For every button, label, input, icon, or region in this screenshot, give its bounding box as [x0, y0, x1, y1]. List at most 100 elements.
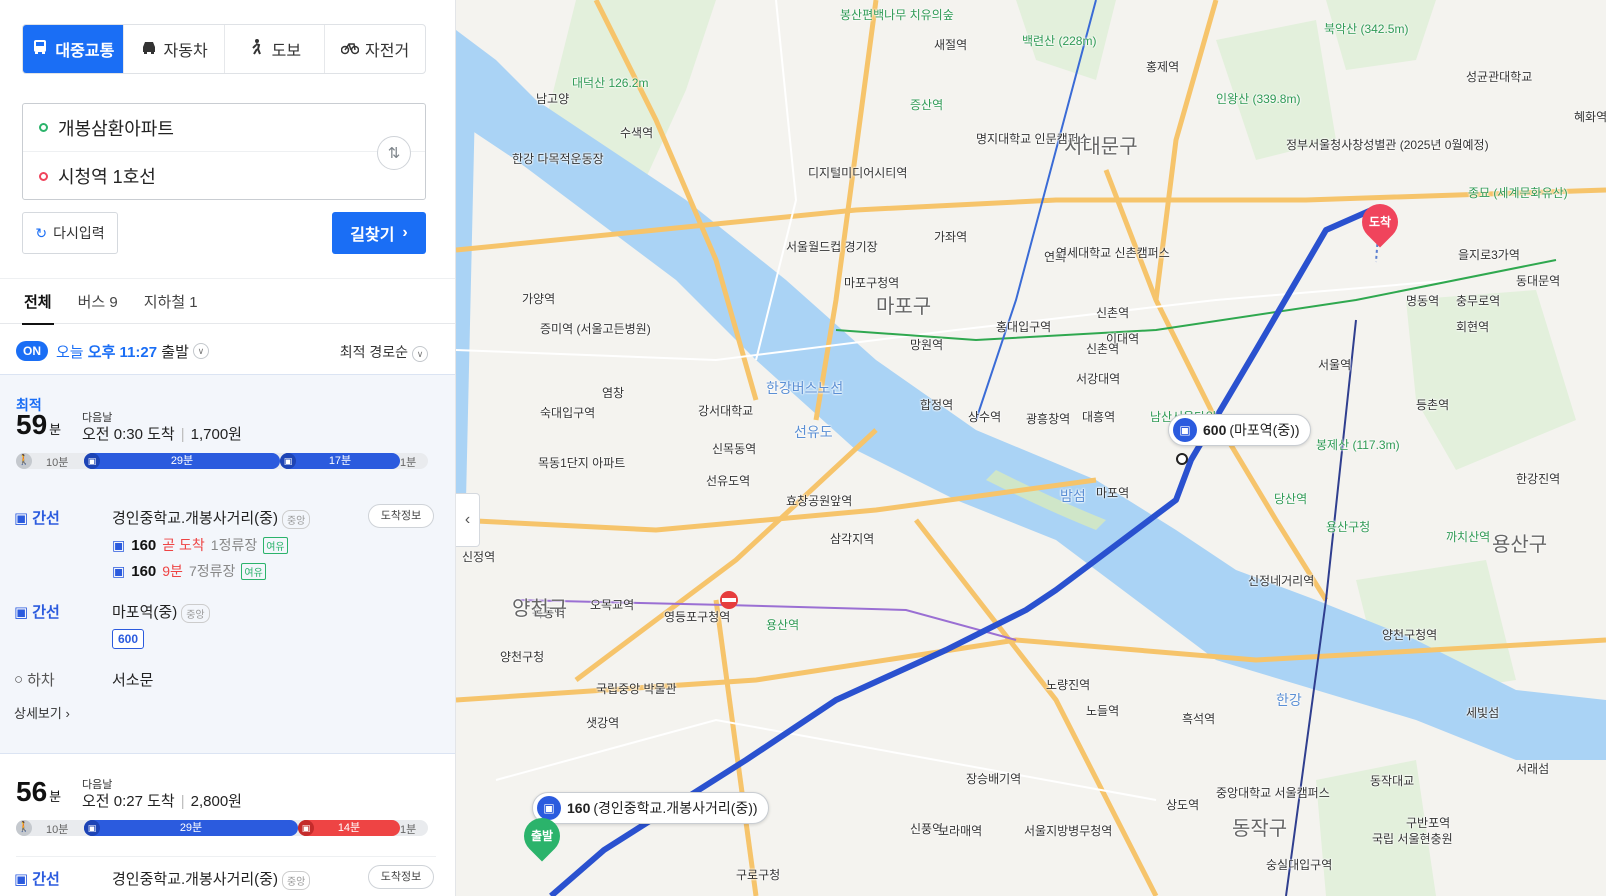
duration-value: 56 [16, 776, 48, 807]
map-place-label: 수색역 [620, 126, 654, 140]
map-place-label: 용산역 [766, 618, 800, 632]
step-type: ▣ 간선 [14, 868, 60, 889]
map-place-label: 회현역 [1456, 320, 1490, 334]
map-place-label: 노들역 [1086, 704, 1120, 718]
step-type-label: 간선 [32, 510, 60, 527]
callout-stop: (경인중학교.개봉사거리(중)) [593, 800, 758, 816]
tab-all[interactable]: 전체 [22, 291, 54, 325]
bus-number: 160 [131, 562, 157, 580]
chevron-down-icon[interactable]: ∨ [192, 343, 209, 359]
map-place-label: 신목동역 [712, 442, 757, 456]
sort-label: 최적 경로순 [339, 344, 408, 360]
bus-icon: ▣ [84, 820, 100, 836]
step-type-label: 간선 [32, 871, 60, 888]
mode-transit[interactable]: 대중교통 [23, 25, 123, 73]
sort-select[interactable]: 최적 경로순 ∨ [340, 342, 428, 362]
step-type: ▣ 간선 [14, 601, 60, 622]
map-view[interactable]: 봉산편백나무 치유의숲 새절역 백련산 (228m) 북악산 (342.5m) 성균관대… [456, 0, 1606, 896]
map-place-label: 샛강역 [586, 716, 620, 730]
bus-icon [31, 38, 49, 61]
map-place-label: 성균관대학교 [1466, 70, 1533, 84]
map-place-label: 서울지방병무청역 [1024, 824, 1113, 838]
route-card-2[interactable]: 56 분 다음날 오전 0:27 도착 | 2,800원 🚶 10분 ▣ 29분 ▣ 14… [0, 756, 455, 896]
details-link[interactable]: 상세보기 › [14, 703, 70, 722]
map-river-label: 선유도 [794, 424, 833, 440]
find-route-button[interactable]: 길찾기 › [332, 212, 426, 254]
map-place-label: 홍제역 [1146, 60, 1180, 74]
map-place-label: 당산역 [1274, 492, 1308, 506]
origin-field[interactable]: 개봉삼환아파트 [23, 104, 425, 152]
map-place-label: 광흥창역 [1026, 412, 1071, 426]
map-place-label: 서래섬 [1516, 762, 1550, 776]
walk-icon [248, 38, 266, 61]
callout-stop: (마포역(중)) [1229, 422, 1300, 438]
map-place-label: 남고양 [536, 92, 570, 106]
step-stop: 경인중학교.개봉사거리(중) 중앙 [112, 507, 311, 529]
map-place-label: 염창 [602, 386, 625, 400]
destination-pin[interactable]: 도착 [1354, 196, 1406, 248]
step-stop: 서소문 [112, 672, 154, 689]
walk-icon: 🚶 [16, 453, 32, 469]
map-place-label: 서강대역 [1076, 372, 1121, 386]
arrival-info-button[interactable]: 도착정보 [368, 865, 434, 889]
walk-time: 10분 [46, 457, 69, 469]
map-place-label: 목동1단지 아파트 [538, 456, 626, 470]
map-place-label: 보라매역 [938, 824, 983, 838]
map-place-label: 동작대교 [1370, 774, 1415, 788]
map-place-label: 구반포역 [1406, 816, 1451, 830]
origin-pin[interactable]: 출발 [516, 810, 568, 862]
mode-bike[interactable]: 자전거 [324, 25, 425, 73]
tab-bus[interactable]: 버스 9 [78, 291, 118, 312]
mode-walk-label: 도보 [271, 43, 302, 60]
map-district-label: 동작구 [1232, 818, 1288, 840]
mode-car[interactable]: 자동차 [122, 25, 224, 73]
map-place-label: 등촌역 [1416, 398, 1450, 412]
bus-600-callout[interactable]: ▣ 600 (마포역(중)) [1168, 414, 1311, 446]
tab-subway[interactable]: 지하철 1 [144, 291, 198, 312]
panel-collapse-button[interactable]: ‹ [456, 493, 480, 547]
map-place-label: 숭실대입구역 [1266, 858, 1333, 872]
walk-time: 1분 [400, 824, 417, 836]
bus-time: 29분 [179, 822, 203, 834]
bus-time: 17분 [328, 455, 352, 467]
swap-icon[interactable]: ⇅ [377, 136, 411, 170]
map-place-label: 망원역 [910, 338, 944, 352]
map-place-label: 국립중앙 박물관 [596, 682, 677, 696]
map-place-label: 백련산 (228m) [1022, 34, 1097, 48]
destination-field[interactable]: 시청역 1호선 [23, 152, 373, 200]
step-type-label: 간선 [32, 604, 60, 621]
bus-icon: ▣ [14, 603, 29, 621]
arrival-info-button[interactable]: 도착정보 [368, 504, 434, 528]
map-place-label: 충무로역 [1456, 294, 1501, 308]
map-district-label: 마포구 [876, 296, 932, 318]
bus-600-badge[interactable]: 600 [112, 629, 144, 649]
bus-160-callout[interactable]: ▣ 160 (경인중학교.개봉사거리(중)) [532, 792, 769, 824]
map-place-label: 국립 서울현충원 [1372, 832, 1453, 846]
step-type: ▣ 간선 [14, 507, 60, 528]
map-place-label: 강서대학교 [698, 404, 754, 418]
map-river-label: 밤섬 [1060, 488, 1086, 504]
map-place-label: 정부서울청사창성별관 (2025년 0월예정) [1286, 138, 1489, 152]
step-type-label: 하차 [27, 672, 55, 689]
reset-button[interactable]: ↻ 다시입력 [22, 212, 118, 254]
stop-name: 경인중학교.개봉사거리(중) [112, 871, 278, 888]
fare: 1,700원 [190, 426, 242, 443]
stops-away: 7정류장 [188, 563, 236, 579]
departure-time[interactable]: 오후 11:27 [88, 341, 157, 362]
map-place-label: 마포구청역 [844, 276, 900, 290]
mode-walk[interactable]: 도보 [223, 25, 325, 73]
on-badge[interactable]: ON [16, 341, 48, 361]
map-place-label: 신촌역 [1086, 342, 1120, 356]
map-river-label: 한강버스노선 [766, 380, 844, 396]
walk-time: 1분 [400, 457, 417, 469]
result-tabs: 전체 버스 9 지하철 1 [0, 278, 455, 325]
route-inputs: 개봉삼환아파트 시청역 1호선 ⇅ [22, 103, 426, 200]
bike-icon [340, 38, 360, 61]
route-card-1[interactable]: 최적 59 분 다음날 오전 0:30 도착 | 1,700원 🚶 10분 ▣ 29분 … [0, 374, 455, 754]
map-place-label: 신정네거리역 [1248, 574, 1315, 588]
chevron-right-icon: › [402, 224, 408, 241]
bus-icon: ▣ [14, 870, 29, 888]
map-place-label: 혜화역 [1574, 110, 1606, 124]
subway-segment: ▣ 14분 [298, 820, 400, 836]
map-place-label: 증미역 (서울고든병원) [540, 322, 651, 336]
